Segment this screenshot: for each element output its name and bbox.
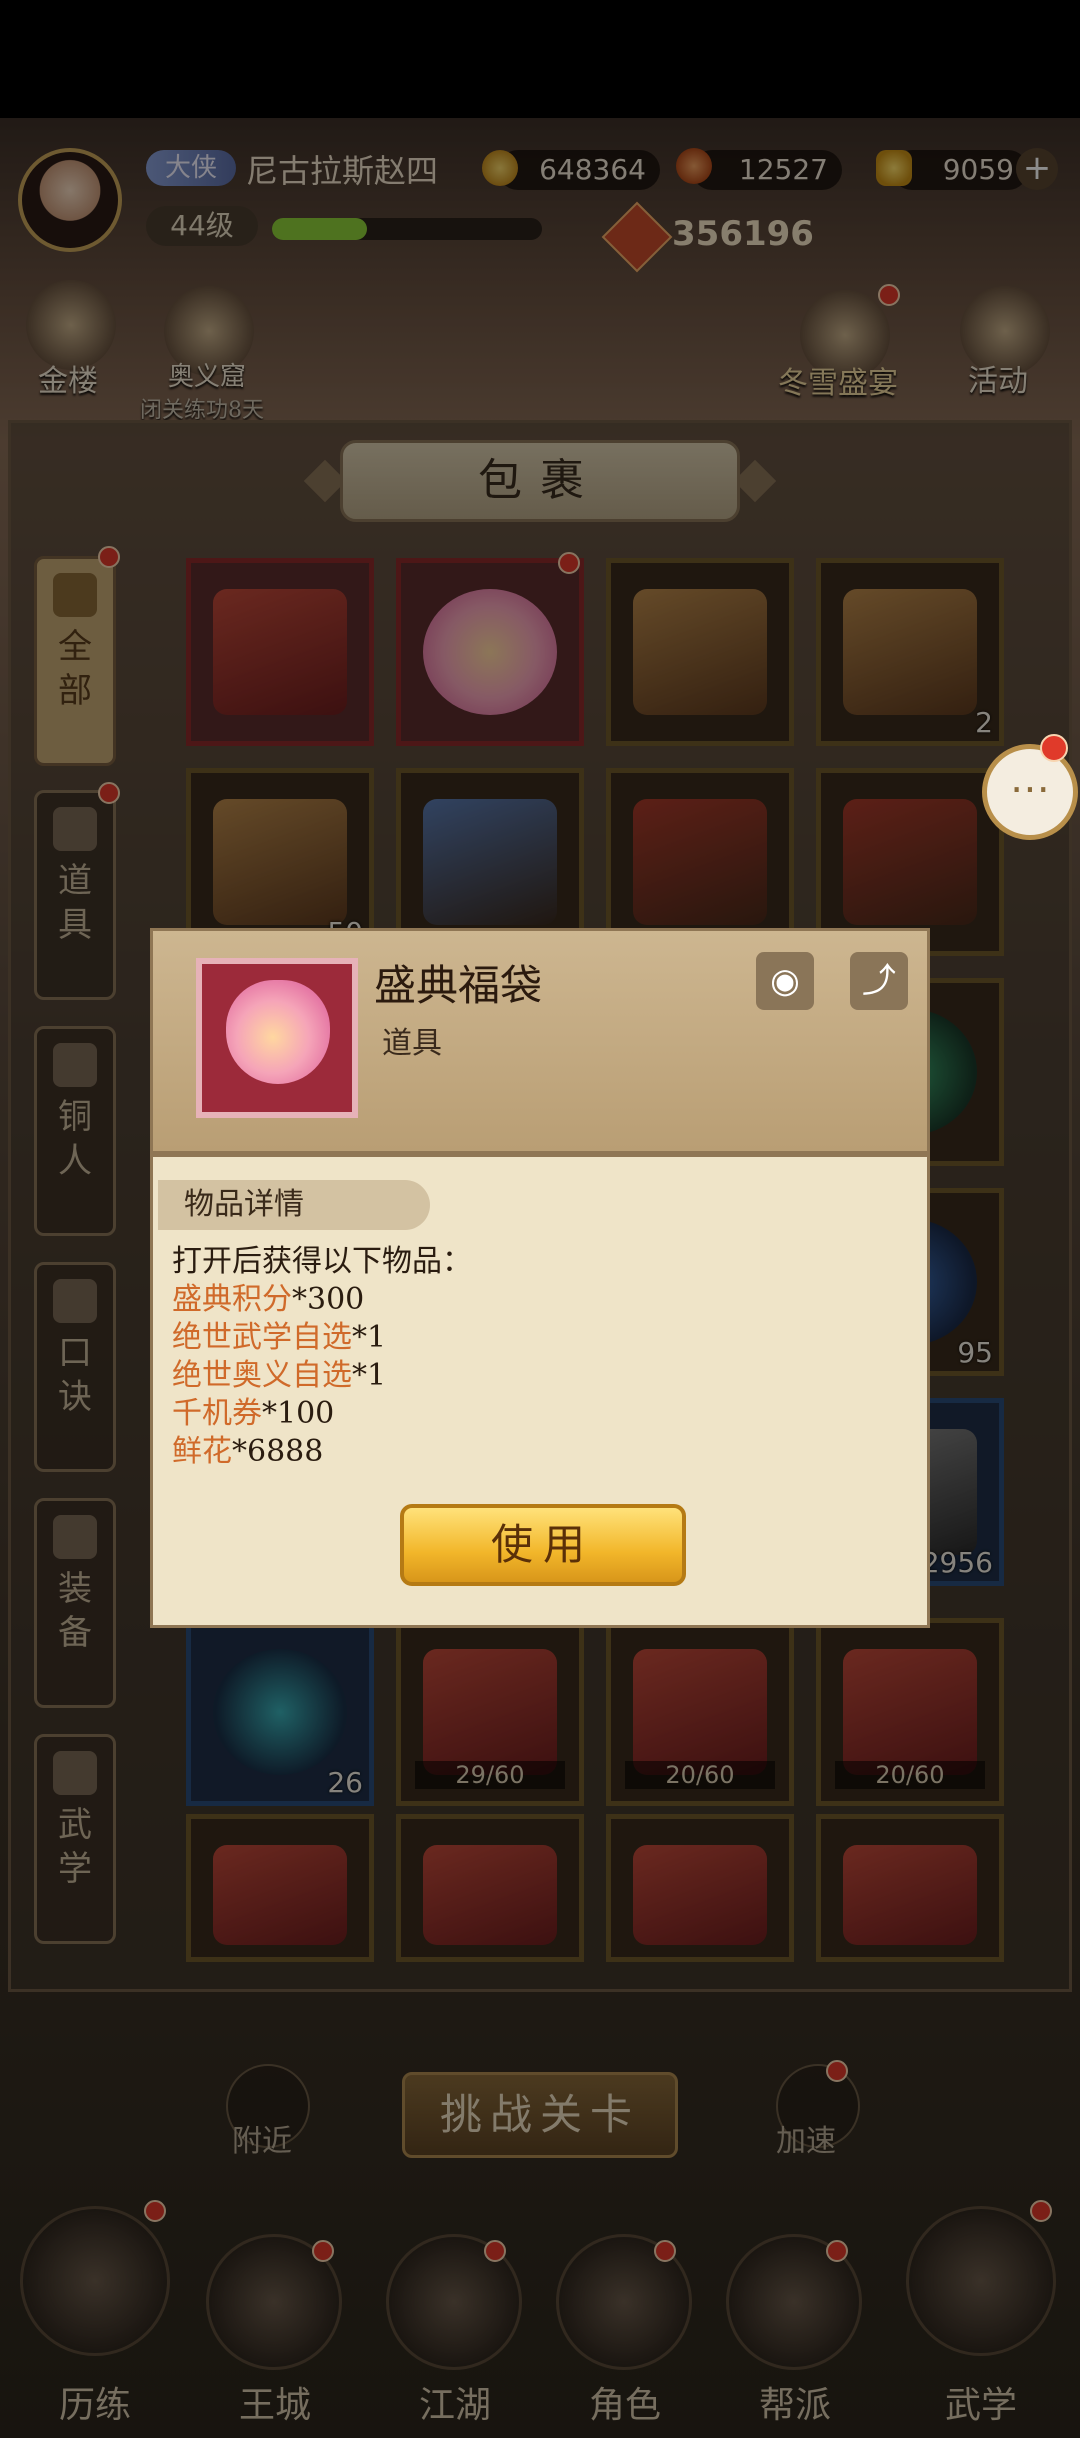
view-button[interactable]: ◉ xyxy=(756,952,814,1010)
status-bar xyxy=(0,0,1080,118)
chat-button[interactable]: ⋯ xyxy=(982,744,1078,840)
reward-name: 鲜花 xyxy=(172,1434,232,1469)
reward-qty: *1 xyxy=(352,1358,387,1393)
chat-red-dot xyxy=(1040,734,1068,762)
use-button[interactable]: 使用 xyxy=(400,1504,686,1586)
reward-qty: *6888 xyxy=(232,1434,324,1469)
lucky-bag-icon xyxy=(226,980,330,1084)
reward-line: 鲜花*6888 xyxy=(172,1426,323,1470)
share-icon: ⤴ xyxy=(862,961,896,1001)
item-detail-tag: 物品详情 xyxy=(158,1180,430,1230)
chat-bubble-icon: ⋯ xyxy=(1010,766,1050,812)
share-button[interactable]: ⤴ xyxy=(850,952,908,1010)
item-type: 道具 xyxy=(382,1026,442,1061)
eye-icon: ◉ xyxy=(770,961,800,1001)
item-name: 盛典福袋 xyxy=(374,961,543,1010)
